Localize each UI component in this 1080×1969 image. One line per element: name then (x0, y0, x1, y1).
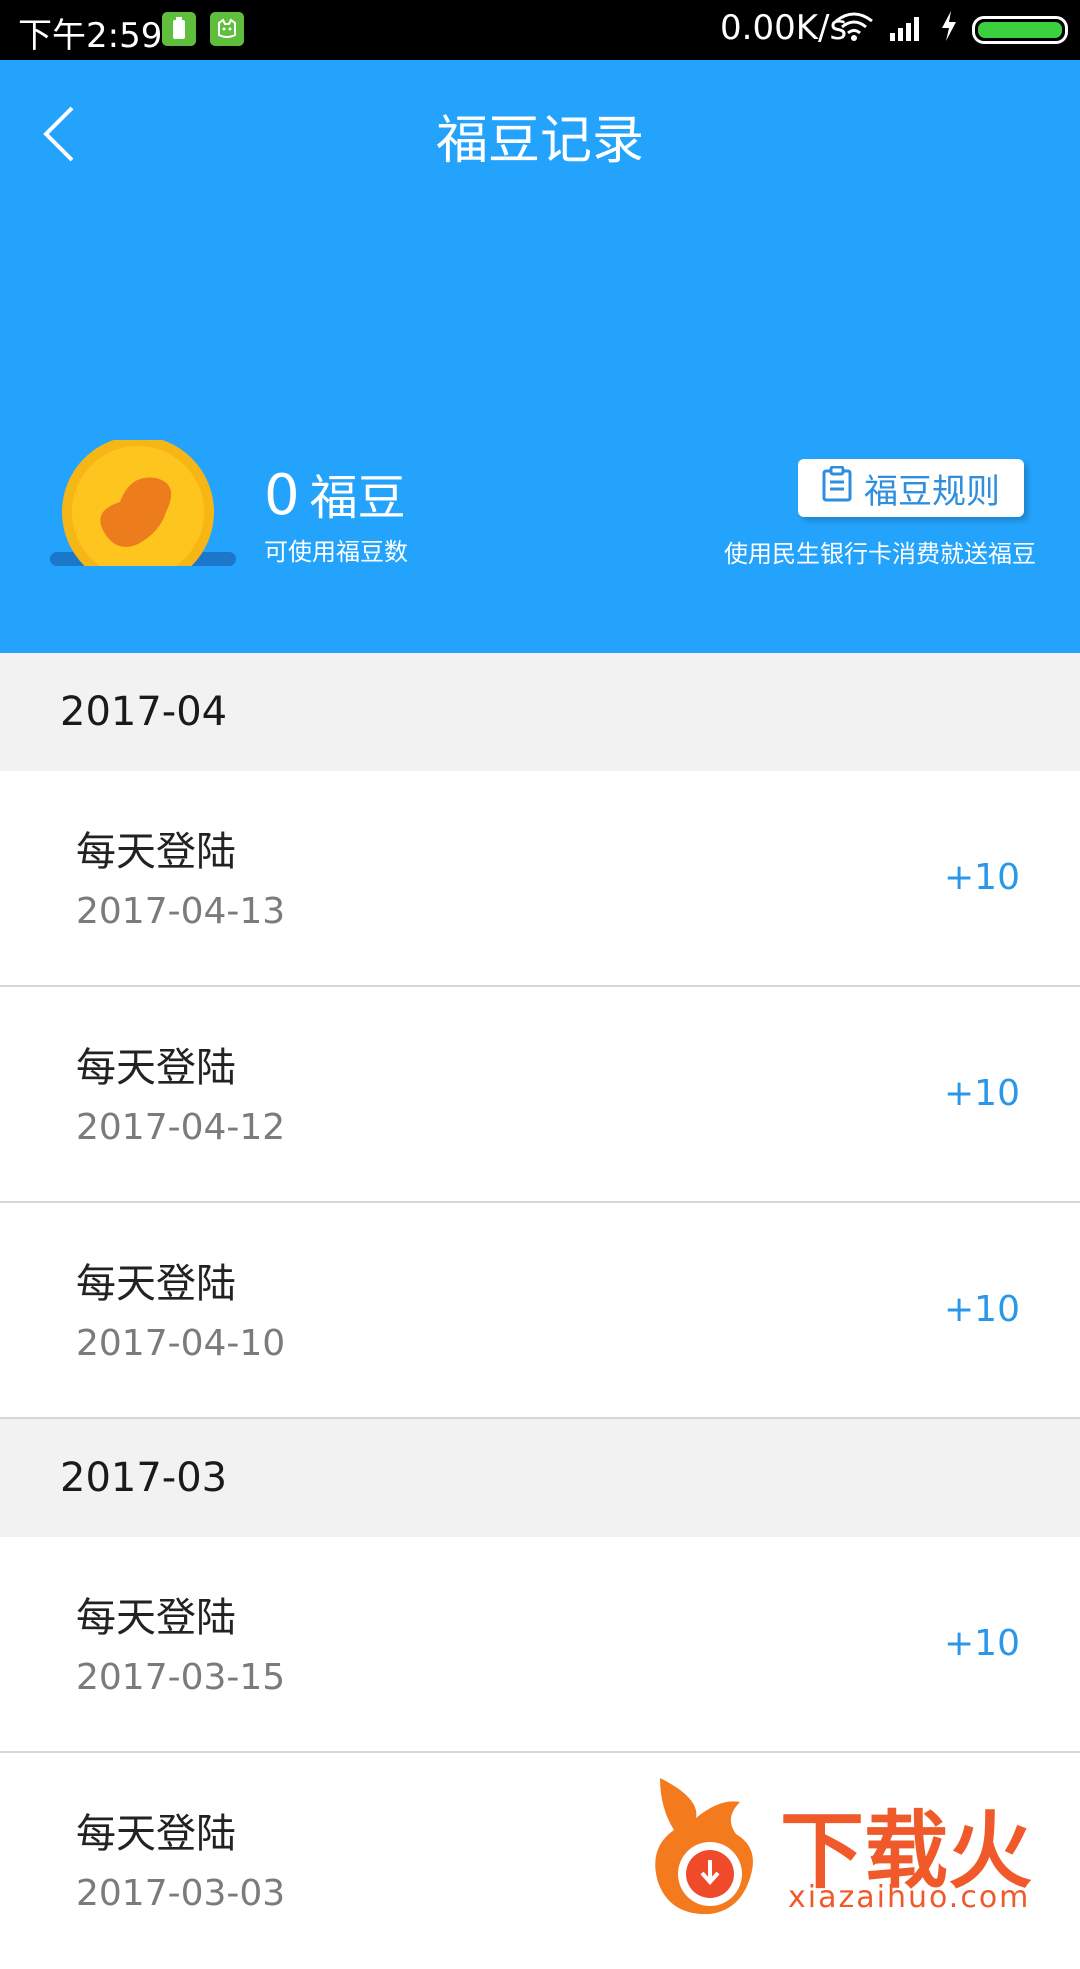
record-date: 2017-03-03 (76, 1873, 286, 1914)
rules-subtext: 使用民生银行卡消费就送福豆 (724, 540, 1036, 568)
record-name: 每天登陆 (76, 1595, 236, 1641)
network-speed: 0.00K/s (720, 8, 848, 48)
month-header: 2017-04 (0, 653, 1080, 771)
bean-coin-icon (48, 436, 238, 588)
record-points: +10 (944, 1623, 1020, 1664)
record-name: 每天登陆 (76, 829, 236, 875)
rules-button-label: 福豆规则 (864, 471, 1000, 512)
record-points: +10 (944, 1289, 1020, 1330)
flame-logo-icon (640, 1778, 780, 1918)
record-points: +10 (944, 857, 1020, 898)
wifi-icon (834, 10, 874, 50)
record-name: 每天登陆 (76, 1811, 236, 1857)
balance-value: 0 (264, 463, 300, 528)
battery-icon (972, 16, 1068, 44)
charging-icon (940, 10, 958, 50)
watermark-domain: xiazaihuo.com (788, 1880, 1031, 1915)
clipboard-icon (822, 465, 852, 511)
record-date: 2017-03-15 (76, 1657, 286, 1698)
balance: 0 福豆 (264, 458, 406, 528)
list-item[interactable]: 每天登陆 2017-04-10 +10 (0, 1203, 1080, 1419)
rules-button[interactable]: 福豆规则 (798, 459, 1024, 517)
list-item[interactable]: 每天登陆 2017-04-13 +10 (0, 771, 1080, 987)
record-list: 2017-04 每天登陆 2017-04-13 +10 每天登陆 2017-04… (0, 653, 1080, 1969)
watermark: 下载火 xiazaihuo.com (640, 1778, 1080, 1920)
balance-label: 可使用福豆数 (264, 538, 408, 566)
page-title: 福豆记录 (435, 111, 644, 171)
status-bar: 下午2:59 0.00K/s (0, 0, 1080, 60)
cat-app-icon (210, 12, 244, 46)
record-name: 每天登陆 (76, 1045, 236, 1091)
signal-icon (888, 10, 926, 50)
list-item[interactable]: 每天登陆 2017-03-15 +10 (0, 1537, 1080, 1753)
record-points: +10 (944, 1073, 1020, 1114)
record-date: 2017-04-10 (76, 1323, 286, 1364)
record-name: 每天登陆 (76, 1261, 236, 1307)
balance-unit: 福豆 (309, 470, 406, 526)
header: 福豆记录 0 福豆 可使用福豆数 福豆规则 使用民生银行卡消费就送福豆 (0, 60, 1080, 653)
record-date: 2017-04-13 (76, 891, 286, 932)
month-header: 2017-03 (0, 1419, 1080, 1537)
status-time: 下午2:59 (18, 16, 163, 56)
record-date: 2017-04-12 (76, 1107, 286, 1148)
list-item[interactable]: 每天登陆 2017-04-12 +10 (0, 987, 1080, 1203)
battery-app-icon (162, 12, 196, 46)
